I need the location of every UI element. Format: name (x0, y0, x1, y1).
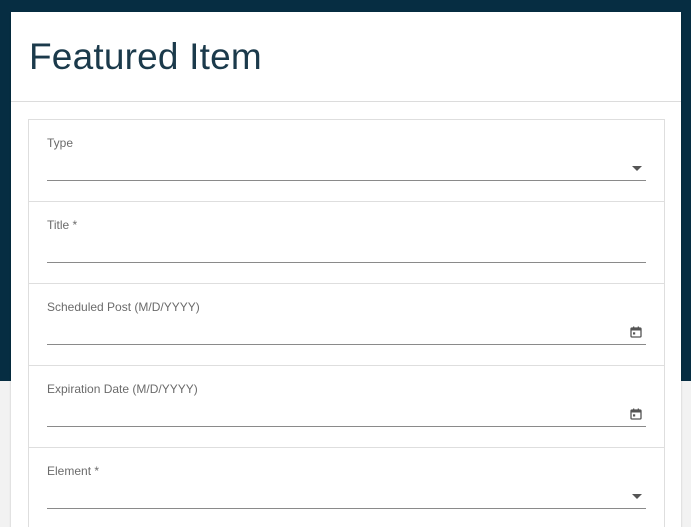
calendar-icon[interactable] (630, 326, 642, 338)
element-select[interactable] (47, 486, 646, 509)
scheduled-post-input[interactable] (47, 322, 646, 345)
expiration-date-label: Expiration Date (M/D/YYYY) (47, 382, 198, 396)
type-field: Type (29, 120, 664, 202)
card-header: Featured Item (11, 12, 681, 102)
featured-item-form: Type Title * Scheduled Post (M/D/YYYY) E… (28, 119, 665, 527)
expiration-date-field: Expiration Date (M/D/YYYY) (29, 366, 664, 448)
page: Featured Item Type Title * Scheduled Pos… (0, 0, 691, 527)
title-field: Title * (29, 202, 664, 284)
dropdown-arrow-icon[interactable] (632, 166, 642, 171)
title-label: Title * (47, 218, 78, 232)
page-title: Featured Item (29, 36, 262, 77)
calendar-icon[interactable] (630, 408, 642, 420)
element-field: Element * (29, 448, 664, 527)
expiration-date-input[interactable] (47, 404, 646, 427)
type-label: Type (47, 136, 74, 150)
type-select[interactable] (47, 158, 646, 181)
featured-item-card: Featured Item Type Title * Scheduled Pos… (11, 12, 681, 527)
scheduled-post-field: Scheduled Post (M/D/YYYY) (29, 284, 664, 366)
dropdown-arrow-icon[interactable] (632, 494, 642, 499)
element-label: Element * (47, 464, 100, 478)
title-input[interactable] (47, 240, 646, 263)
scheduled-post-label: Scheduled Post (M/D/YYYY) (47, 300, 200, 314)
